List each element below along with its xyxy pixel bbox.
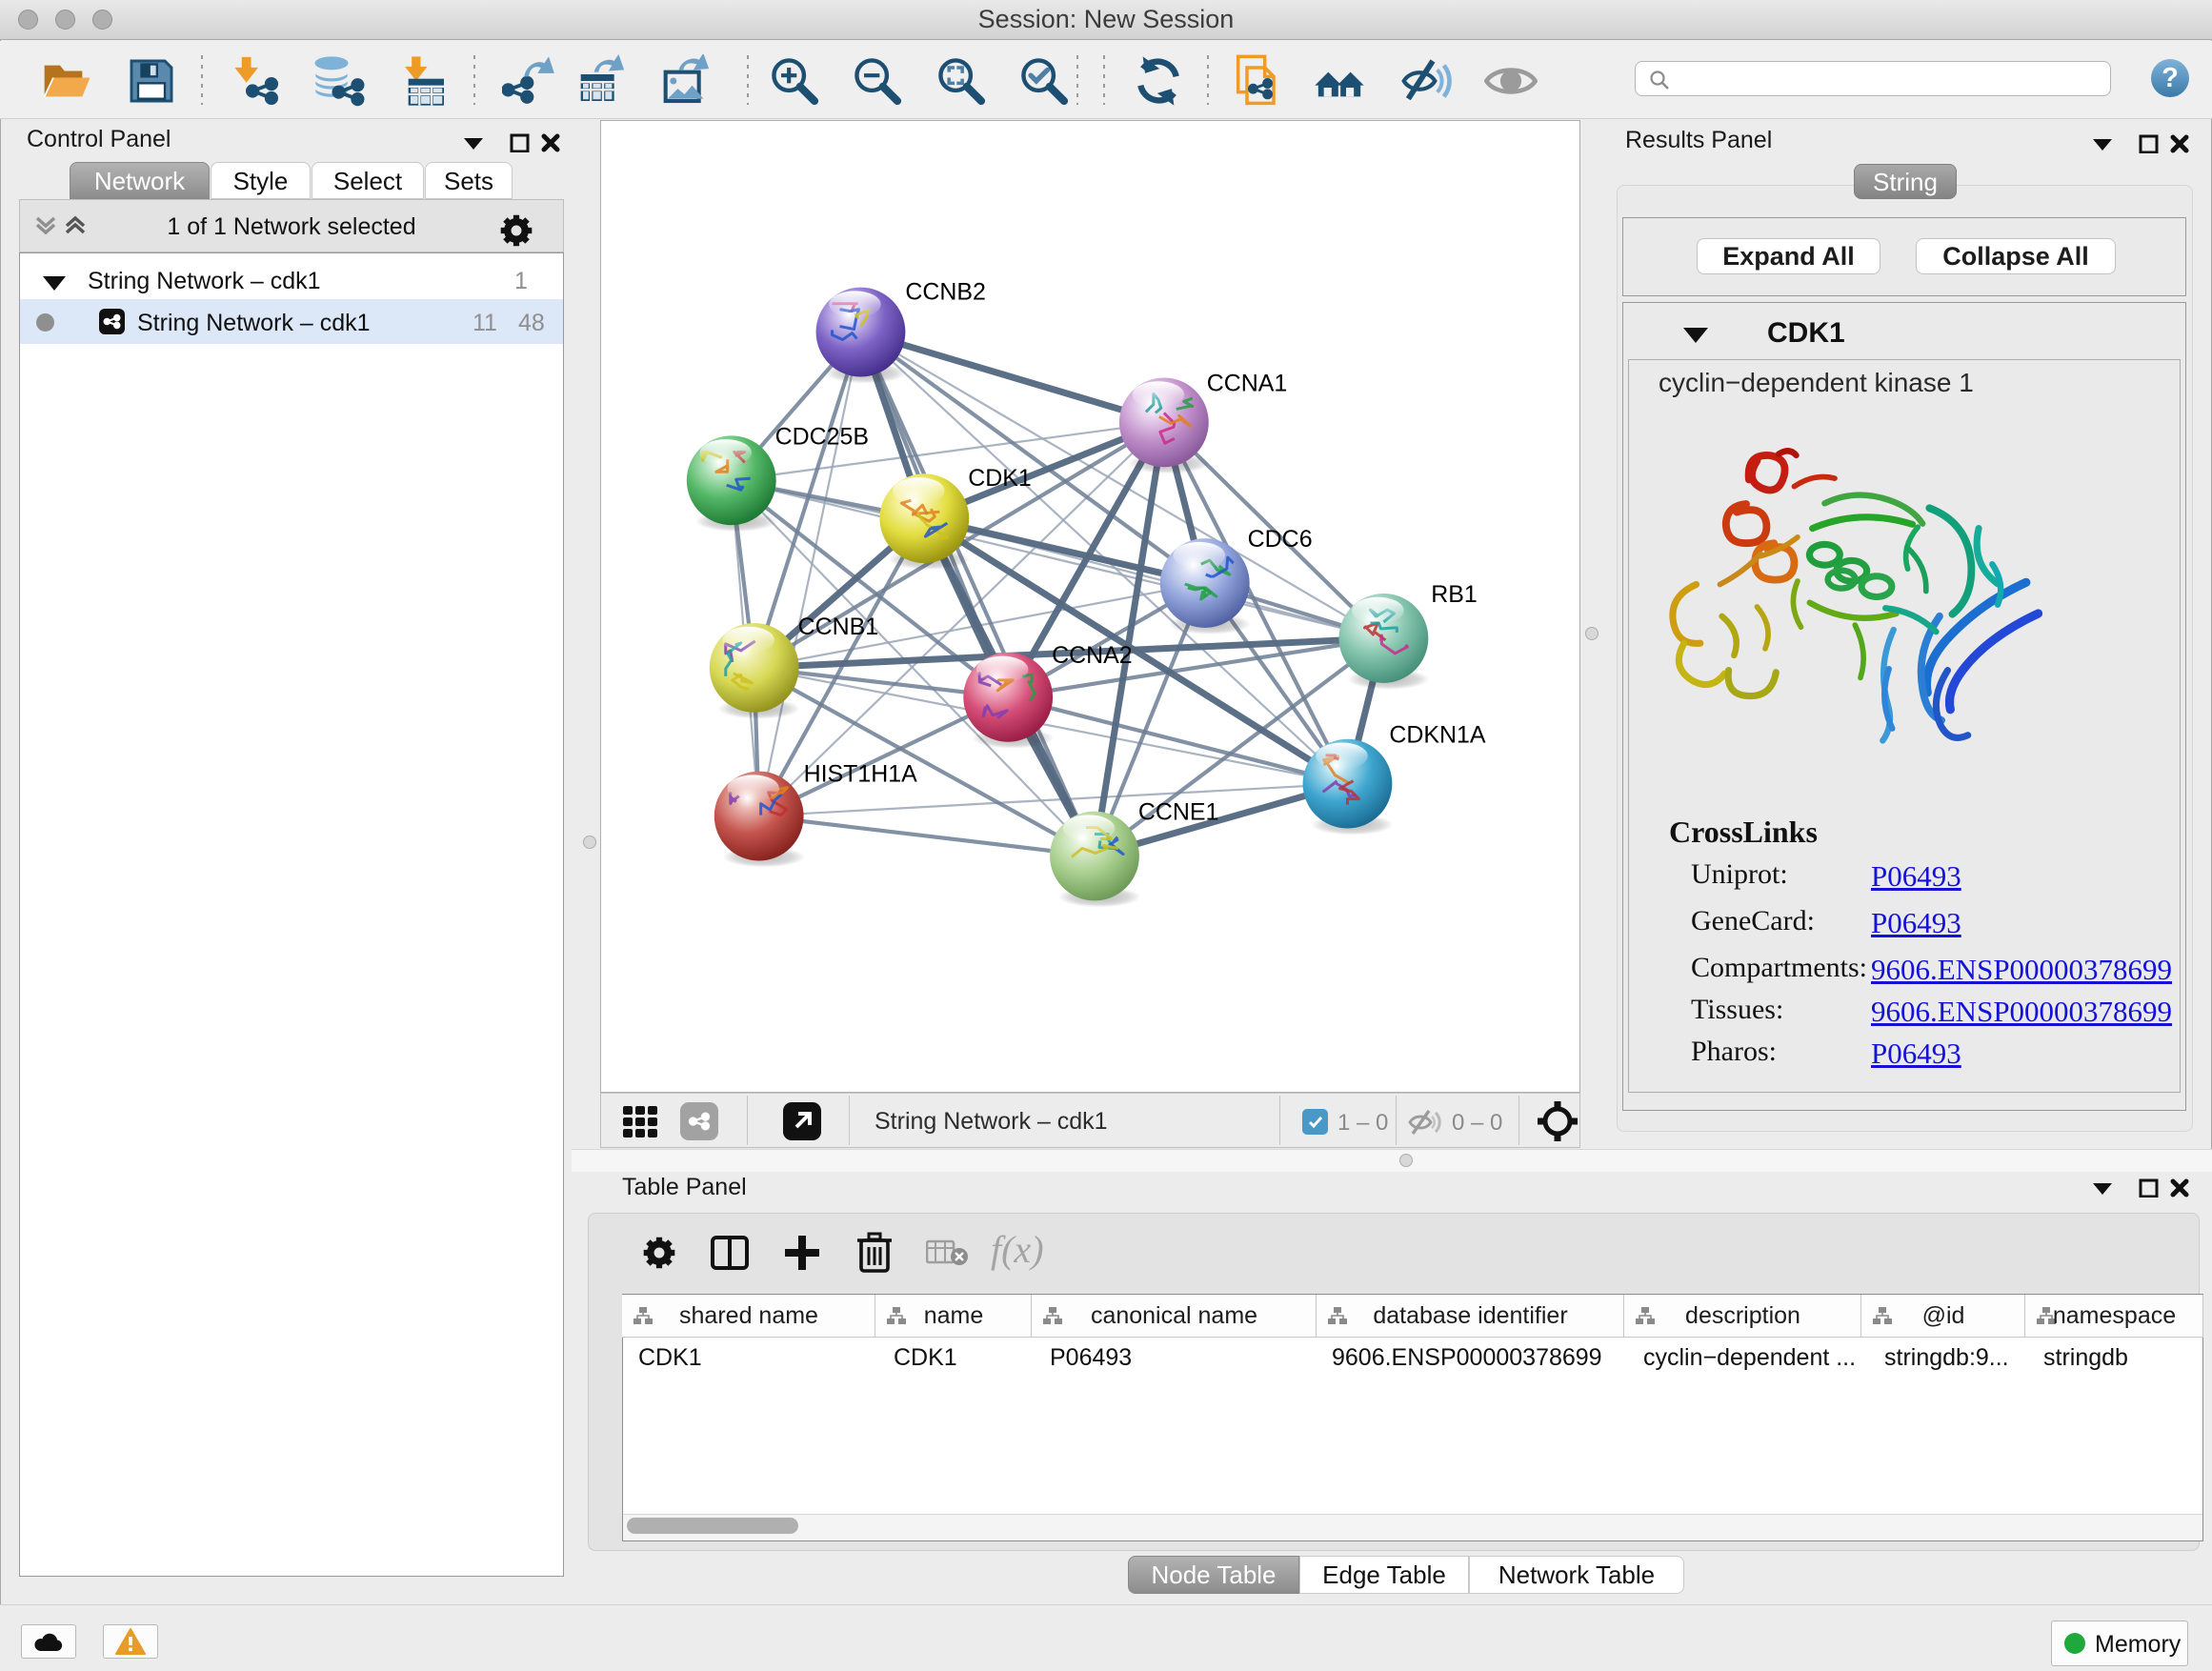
svg-text:RB1: RB1	[1431, 581, 1478, 608]
svg-text:HIST1H1A: HIST1H1A	[804, 761, 918, 788]
svg-text:CCNA2: CCNA2	[1052, 642, 1133, 669]
svg-text:CCNA1: CCNA1	[1207, 370, 1288, 396]
svg-text:CDKN1A: CDKN1A	[1389, 722, 1486, 749]
svg-text:CDK1: CDK1	[968, 465, 1032, 492]
svg-text:CDC25B: CDC25B	[775, 423, 869, 450]
svg-text:CCNB2: CCNB2	[905, 279, 986, 306]
svg-text:CCNB1: CCNB1	[798, 614, 879, 640]
svg-text:CCNE1: CCNE1	[1138, 799, 1219, 826]
svg-text:CDC6: CDC6	[1248, 526, 1313, 553]
